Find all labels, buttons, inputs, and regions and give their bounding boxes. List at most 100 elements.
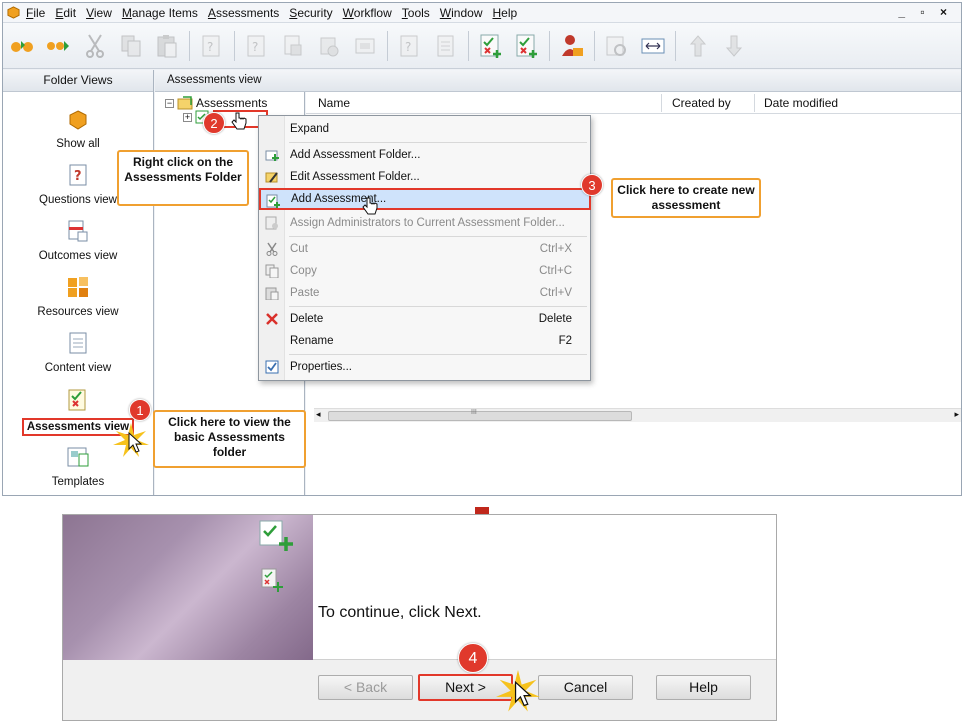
menu-workflow[interactable]: Workflow <box>343 6 392 20</box>
folder-view-content[interactable]: Content view <box>3 332 153 374</box>
cut-icon[interactable] <box>81 31 109 61</box>
folder-view-label: Questions view <box>39 194 117 206</box>
move-up-icon[interactable] <box>684 31 712 61</box>
toolbar-separator <box>189 30 190 61</box>
menu-item-assign-administrators[interactable]: Assign Administrators to Current Assessm… <box>260 212 590 234</box>
folder-view-label: Templates <box>51 476 105 488</box>
menu-item-edit-assessment-folder[interactable]: Edit Assessment Folder... <box>260 166 590 188</box>
menu-item-label: Rename <box>290 335 334 347</box>
add-resource-icon[interactable] <box>315 31 343 61</box>
cancel-button[interactable]: Cancel <box>538 675 633 700</box>
toolbar: ? ? ? <box>3 23 961 69</box>
scroll-left-arrow-icon[interactable]: ◂ <box>316 409 321 420</box>
collapse-toggle-icon[interactable]: − <box>165 98 174 108</box>
list-header: Name Created by Date modified <box>306 92 961 114</box>
menu-manage-items[interactable]: Manage Items <box>122 6 198 20</box>
menu-item-label: Edit Assessment Folder... <box>290 171 420 183</box>
click-burst-icon <box>113 423 149 457</box>
menu-separator <box>289 236 587 237</box>
menu-item-add-assessment-folder[interactable]: Add Assessment Folder... <box>260 144 590 166</box>
wizard-banner-image <box>63 515 313 660</box>
step-badge-2: 2 <box>203 112 225 134</box>
add-question-icon[interactable]: ? <box>243 31 271 61</box>
assign-administrators-icon <box>265 216 278 230</box>
hand-cursor-icon <box>231 112 247 130</box>
assign-user-icon[interactable] <box>558 31 586 61</box>
menu-file[interactable]: File <box>26 6 45 20</box>
menu-item-label: Paste <box>290 287 320 299</box>
window-controls[interactable]: _ ▫ × <box>898 5 953 19</box>
add-content-icon[interactable] <box>351 31 379 61</box>
paste-icon[interactable] <box>153 31 181 61</box>
menu-separator <box>289 354 587 355</box>
column-date-modified[interactable]: Date modified <box>764 96 838 110</box>
tree-root-label: Assessments <box>196 96 268 110</box>
column-divider[interactable] <box>754 94 755 112</box>
menu-security[interactable]: Security <box>289 6 332 20</box>
menu-item-paste[interactable]: Paste Ctrl+V <box>260 282 590 304</box>
toolbar-separator <box>387 30 388 61</box>
resize-icon[interactable] <box>639 31 667 61</box>
assessments-view-header: Assessments view <box>155 70 961 92</box>
menu-edit[interactable]: Edit <box>55 6 76 20</box>
app-logo-icon <box>7 6 20 19</box>
expand-toggle-icon[interactable]: + <box>183 112 192 122</box>
assessments-icon <box>68 389 86 411</box>
menu-item-cut[interactable]: Cut Ctrl+X <box>260 238 590 260</box>
menu-item-rename[interactable]: Rename F2 <box>260 330 590 352</box>
menu-help[interactable]: Help <box>492 6 517 20</box>
add-assessment-alt-icon[interactable] <box>513 31 541 61</box>
menu-tools[interactable]: Tools <box>402 6 430 20</box>
add-assessment-icon <box>266 194 280 208</box>
folder-view-show-all[interactable]: Show all <box>3 110 153 150</box>
menu-item-label: Delete <box>290 313 324 325</box>
properties-icon <box>265 360 279 374</box>
scroll-thumb[interactable]: III <box>328 409 632 421</box>
toolbar-separator <box>675 30 676 61</box>
context-menu: Expand Add Assessment Folder... Edit Ass… <box>258 115 591 381</box>
document-icon[interactable] <box>432 31 460 61</box>
paste-icon <box>265 287 279 300</box>
copy-icon[interactable] <box>117 31 145 61</box>
move-down-icon[interactable] <box>720 31 748 61</box>
folder-view-outcomes[interactable]: Outcomes view <box>3 220 153 262</box>
svg-text:?: ? <box>207 40 213 54</box>
svg-text:?: ? <box>74 169 82 184</box>
menu-item-properties[interactable]: Properties... <box>260 356 590 378</box>
assessment-document-icon <box>261 568 283 592</box>
callout-step-1: Click here to view the basic Assessments… <box>153 410 306 468</box>
link-icon[interactable] <box>45 31 73 61</box>
add-assessment-icon[interactable] <box>477 31 505 61</box>
tree-root-node[interactable]: − Assessments <box>165 96 267 110</box>
show-all-icon <box>69 110 87 130</box>
folder-view-resources[interactable]: Resources view <box>3 276 153 318</box>
callout-step-3: Click here to create new assessment <box>611 178 761 218</box>
column-divider[interactable] <box>661 94 662 112</box>
add-outcome-icon[interactable] <box>279 31 307 61</box>
menu-item-label: Cut <box>290 243 308 255</box>
menu-item-delete[interactable]: Delete Delete <box>260 308 590 330</box>
menu-window[interactable]: Window <box>440 6 483 20</box>
help-button[interactable]: Help <box>656 675 751 700</box>
preview-icon[interactable] <box>603 31 631 61</box>
assessment-wizard-dialog: To continue, click Next. < Back Next > C… <box>62 514 777 721</box>
folder-view-label: Content view <box>44 362 112 374</box>
edit-question-icon[interactable]: ? <box>198 31 226 61</box>
column-created-by[interactable]: Created by <box>672 96 731 110</box>
outcomes-icon <box>68 220 88 242</box>
column-name[interactable]: Name <box>318 96 350 110</box>
menu-view[interactable]: View <box>86 6 112 20</box>
step-badge-3: 3 <box>581 174 603 196</box>
horizontal-scrollbar[interactable]: ◂ III ▸ <box>314 408 961 422</box>
folder-view-label: Resources view <box>37 306 119 318</box>
menu-item-copy[interactable]: Copy Ctrl+C <box>260 260 590 282</box>
question-properties-icon[interactable]: ? <box>396 31 424 61</box>
assessment-folder-icon <box>177 96 193 110</box>
back-forward-icon[interactable] <box>9 31 37 61</box>
back-button[interactable]: < Back <box>318 675 413 700</box>
cut-icon <box>266 242 278 256</box>
menu-assessments[interactable]: Assessments <box>208 6 279 20</box>
menu-item-expand[interactable]: Expand <box>260 118 590 140</box>
scroll-right-arrow-icon[interactable]: ▸ <box>954 409 959 420</box>
menu-item-add-assessment[interactable]: Add Assessment... <box>259 188 591 210</box>
